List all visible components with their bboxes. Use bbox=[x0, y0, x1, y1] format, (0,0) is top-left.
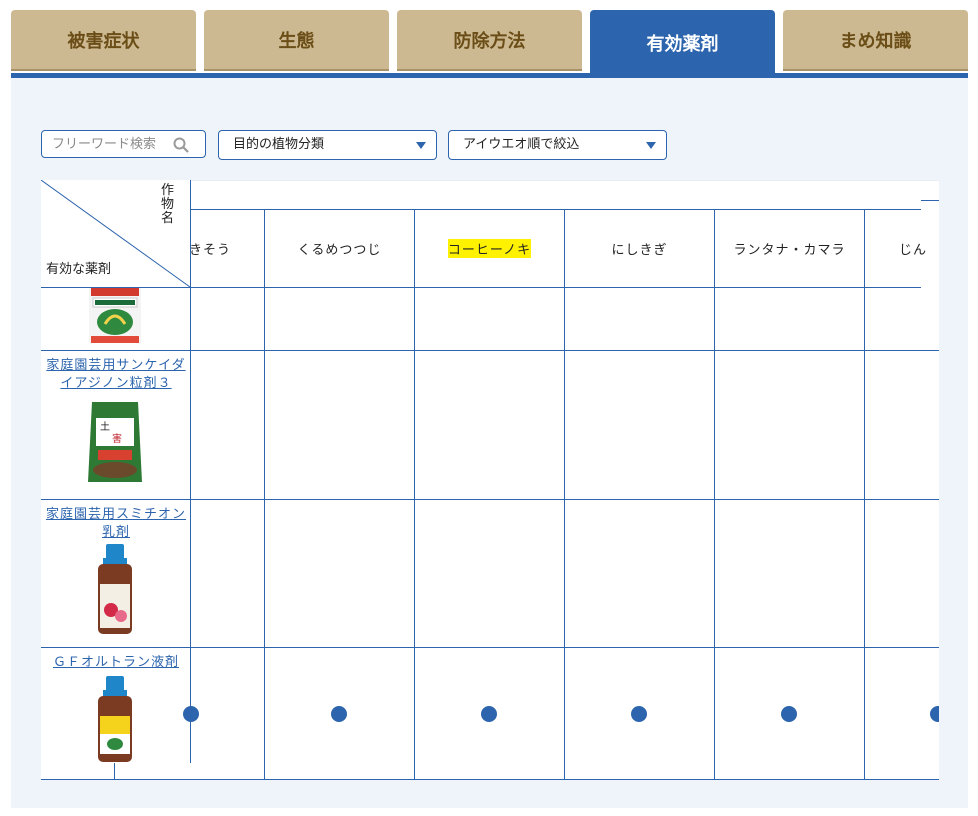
column-header: ランタナ・カマラ bbox=[715, 210, 864, 287]
chevron-down-icon bbox=[416, 142, 426, 149]
product-bottle-image bbox=[98, 676, 132, 762]
divider bbox=[921, 200, 939, 201]
divider bbox=[414, 209, 415, 780]
divider bbox=[264, 209, 265, 780]
divider bbox=[41, 350, 939, 351]
select-value: アイウエオ順で絞込 bbox=[463, 137, 580, 152]
tab-label: 有効薬剤 bbox=[646, 34, 719, 55]
tab-label: 防除方法 bbox=[453, 30, 526, 52]
divider bbox=[714, 209, 715, 780]
tab-bar: 被害症状 生態 防除方法 有効薬剤 まめ知識 bbox=[11, 10, 968, 76]
search-icon[interactable] bbox=[173, 137, 189, 153]
column-label: きそう bbox=[191, 243, 232, 258]
column-label: ランタナ・カマラ bbox=[733, 243, 846, 258]
svg-text:害: 害 bbox=[112, 432, 122, 445]
tab-ecology[interactable]: 生態 bbox=[204, 10, 389, 69]
product-link[interactable]: ＧＦオルトラン液剤 bbox=[41, 654, 191, 672]
effective-mark bbox=[781, 706, 797, 722]
tab-label: 生態 bbox=[278, 30, 315, 52]
column-header: くるめつつじ bbox=[265, 210, 414, 287]
product-link[interactable]: 家庭園芸用サンケイダイアジノン粒剤３ bbox=[41, 357, 191, 393]
column-label: にしきぎ bbox=[611, 243, 668, 258]
product-link[interactable]: 家庭園芸用スミチオン乳剤 bbox=[41, 506, 191, 542]
divider bbox=[191, 180, 939, 181]
effective-mark bbox=[183, 706, 199, 722]
search-input[interactable] bbox=[42, 131, 177, 157]
column-header: じん bbox=[865, 210, 939, 287]
chemical-table: 作物名 有効な薬剤 きそう くるめつつじ コーヒーノキ にしきぎ ランタナ・カマ… bbox=[41, 180, 939, 780]
divider bbox=[864, 209, 865, 780]
tab-trivia[interactable]: まめ知識 bbox=[783, 10, 968, 69]
select-value: 目的の植物分類 bbox=[233, 137, 325, 152]
chevron-down-icon bbox=[646, 142, 656, 149]
effective-mark bbox=[631, 706, 647, 722]
tab-label: まめ知識 bbox=[839, 30, 912, 52]
effective-mark bbox=[481, 706, 497, 722]
effective-mark bbox=[930, 706, 939, 722]
corner-chemical-label: 有効な薬剤 bbox=[46, 262, 112, 277]
svg-text:土: 土 bbox=[100, 420, 110, 433]
effective-mark bbox=[331, 706, 347, 722]
plant-category-select[interactable]: 目的の植物分類 bbox=[218, 130, 437, 160]
divider bbox=[564, 209, 565, 780]
divider bbox=[114, 763, 115, 780]
tab-label: 被害症状 bbox=[67, 30, 140, 52]
column-header: きそう bbox=[191, 210, 264, 287]
column-label: じん bbox=[899, 243, 928, 258]
tab-effective-chemicals[interactable]: 有効薬剤 bbox=[590, 10, 775, 76]
product-bottle-image bbox=[98, 544, 132, 634]
column-label-highlighted: コーヒーノキ bbox=[447, 239, 532, 258]
column-label: くるめつつじ bbox=[297, 243, 382, 258]
divider bbox=[41, 779, 939, 780]
tab-damage-symptoms[interactable]: 被害症状 bbox=[11, 10, 196, 69]
product-package-image bbox=[89, 288, 141, 343]
free-word-search[interactable] bbox=[41, 130, 206, 158]
product-package-image: 土 害 bbox=[88, 402, 142, 482]
divider bbox=[41, 499, 939, 500]
tab-control-methods[interactable]: 防除方法 bbox=[397, 10, 582, 69]
divider bbox=[41, 647, 939, 648]
kana-order-select[interactable]: アイウエオ順で絞込 bbox=[448, 130, 667, 160]
column-header: にしきぎ bbox=[565, 210, 714, 287]
column-header: コーヒーノキ bbox=[415, 210, 564, 287]
corner-crop-label: 作物名 bbox=[161, 183, 175, 226]
